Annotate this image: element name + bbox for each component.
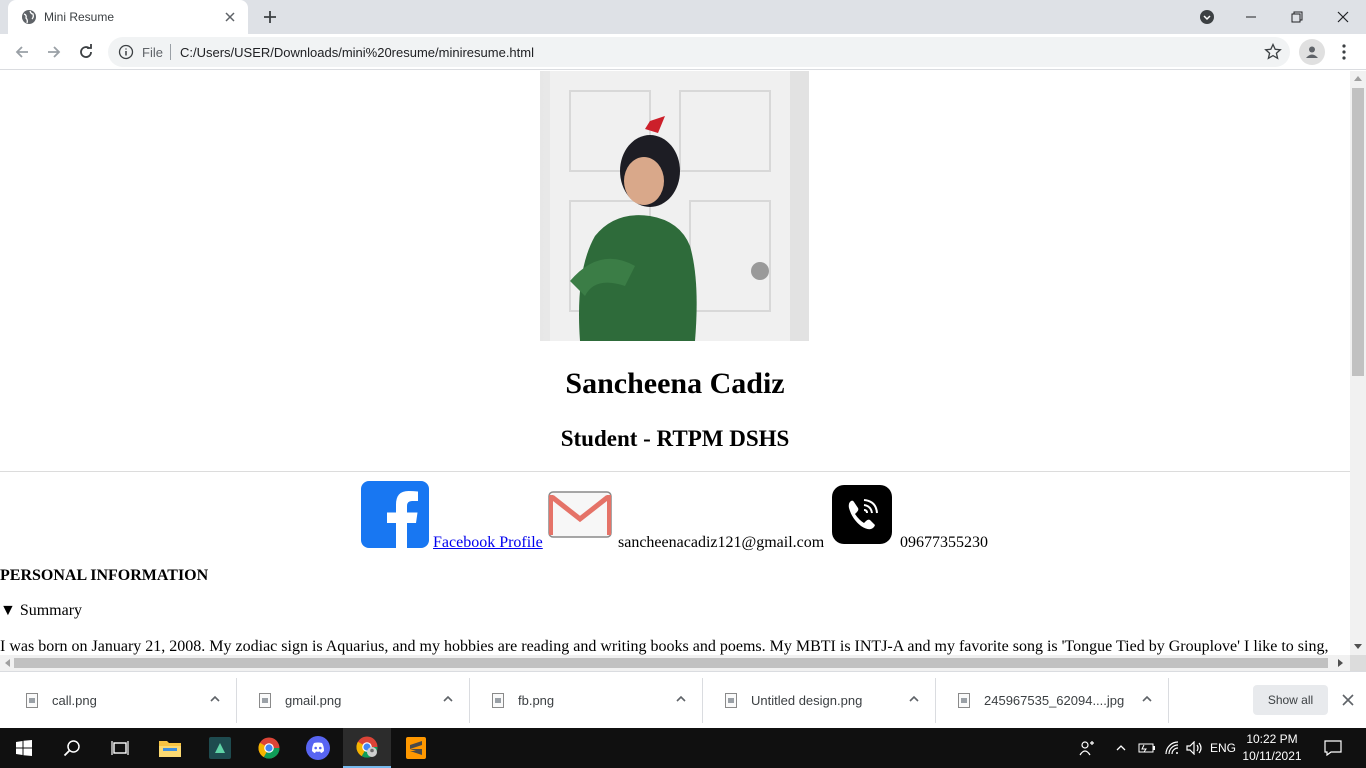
download-item[interactable]: gmail.png: [237, 678, 470, 723]
address-divider: [170, 44, 171, 60]
battery-icon[interactable]: [1136, 728, 1158, 768]
clock-time: 10:22 PM: [1246, 732, 1298, 746]
clock-date: 10/11/2021: [1242, 749, 1302, 763]
scroll-left-icon[interactable]: [4, 659, 10, 667]
clock[interactable]: 10:22 PM 10/11/2021: [1240, 731, 1304, 765]
volume-icon[interactable]: [1184, 728, 1206, 768]
facebook-icon: [361, 481, 429, 548]
vertical-scrollbar[interactable]: [1350, 71, 1366, 655]
section-heading: PERSONAL INFORMATION: [0, 567, 209, 584]
language-indicator[interactable]: ENG: [1208, 728, 1238, 768]
download-filename: gmail.png: [285, 693, 342, 708]
windows-taskbar: ENG 10:22 PM 10/11/2021: [0, 728, 1366, 768]
notification-icon[interactable]: [1320, 728, 1346, 768]
image-file-icon: [259, 693, 271, 708]
summary-toggle[interactable]: ▼ Summary: [0, 602, 82, 620]
kebab-menu-icon[interactable]: [1334, 42, 1354, 62]
image-file-icon: [725, 693, 737, 708]
search-icon[interactable]: [48, 728, 96, 768]
download-item[interactable]: 245967535_62094....jpg: [936, 678, 1169, 723]
bio-paragraph: I was born on January 21, 2008. My zodia…: [0, 638, 1329, 655]
phone-icon: [832, 485, 892, 544]
image-file-icon: [26, 693, 38, 708]
horizontal-scroll-thumb[interactable]: [14, 658, 1328, 668]
app-icon[interactable]: [196, 728, 244, 768]
address-bar[interactable]: File C:/Users/USER/Downloads/mini%20resu…: [108, 37, 1290, 67]
wifi-icon[interactable]: [1162, 728, 1184, 768]
browser-toolbar: File C:/Users/USER/Downloads/mini%20resu…: [0, 34, 1366, 70]
forward-arrow-icon[interactable]: [40, 38, 68, 66]
minimize-icon[interactable]: [1228, 0, 1274, 34]
download-item[interactable]: Untitled design.png: [703, 678, 936, 723]
restore-icon[interactable]: [1274, 0, 1320, 34]
address-scheme: File: [142, 45, 163, 60]
scroll-down-icon[interactable]: [1354, 644, 1362, 650]
new-tab-icon[interactable]: [258, 5, 282, 29]
vertical-scroll-thumb[interactable]: [1352, 88, 1364, 376]
download-item[interactable]: call.png: [4, 678, 237, 723]
chrome-profile-icon[interactable]: [343, 728, 391, 768]
chevron-up-icon[interactable]: [1140, 692, 1154, 706]
download-filename: Untitled design.png: [751, 693, 863, 708]
image-file-icon: [958, 693, 970, 708]
scrollbar-corner: [1350, 655, 1366, 671]
discord-icon[interactable]: [294, 728, 342, 768]
people-icon[interactable]: [1074, 728, 1100, 768]
close-window-icon[interactable]: [1320, 0, 1366, 34]
profile-avatar-icon[interactable]: [1299, 39, 1325, 65]
file-explorer-icon[interactable]: [146, 728, 194, 768]
download-item[interactable]: fb.png: [470, 678, 703, 723]
email-icon: [548, 491, 612, 538]
chevron-up-icon[interactable]: [907, 692, 921, 706]
sublime-text-icon[interactable]: [392, 728, 440, 768]
chevron-up-icon[interactable]: [674, 692, 688, 706]
horizontal-scrollbar[interactable]: [0, 655, 1350, 671]
phone-number: 09677355230: [900, 534, 988, 551]
download-filename: call.png: [52, 693, 97, 708]
tab-close-icon[interactable]: [220, 7, 240, 27]
chevron-up-icon[interactable]: [441, 692, 455, 706]
email-address: sancheenacadiz121@gmail.com: [618, 534, 825, 551]
address-url[interactable]: C:/Users/USER/Downloads/mini%20resume/mi…: [180, 45, 534, 60]
reload-icon[interactable]: [72, 38, 100, 66]
tab-title: Mini Resume: [44, 10, 115, 24]
chrome-icon[interactable]: [245, 728, 293, 768]
page-viewport: Sancheena Cadiz Student - RTPM DSHS Face…: [0, 71, 1350, 655]
download-filename: fb.png: [518, 693, 555, 708]
scroll-right-icon[interactable]: [1338, 659, 1344, 667]
tab-strip: Mini Resume: [0, 0, 1366, 34]
close-icon[interactable]: [1339, 691, 1357, 709]
task-view-icon[interactable]: [96, 728, 144, 768]
page-subtitle: Student - RTPM DSHS: [560, 426, 790, 451]
facebook-profile-link[interactable]: Facebook Profile: [433, 534, 543, 552]
globe-icon: [22, 10, 36, 24]
windows-start-icon[interactable]: [0, 728, 48, 768]
bookmark-star-icon[interactable]: [1264, 43, 1282, 61]
chevron-up-icon[interactable]: [208, 692, 222, 706]
back-arrow-icon[interactable]: [8, 38, 36, 66]
tab-search-icon[interactable]: [1184, 0, 1230, 34]
image-file-icon: [492, 693, 504, 708]
show-all-button[interactable]: Show all: [1253, 685, 1328, 715]
divider: [0, 471, 1350, 472]
tab-mini-resume[interactable]: Mini Resume: [8, 0, 248, 34]
downloads-shelf: call.png gmail.png fb.png Untitled desig…: [0, 671, 1366, 728]
page-title: Sancheena Cadiz: [565, 367, 785, 400]
download-filename: 245967535_62094....jpg: [984, 693, 1125, 708]
chevron-up-icon[interactable]: [1112, 728, 1130, 768]
scroll-up-icon[interactable]: [1354, 75, 1362, 81]
profile-photo: [540, 71, 809, 341]
info-icon[interactable]: [118, 44, 134, 60]
